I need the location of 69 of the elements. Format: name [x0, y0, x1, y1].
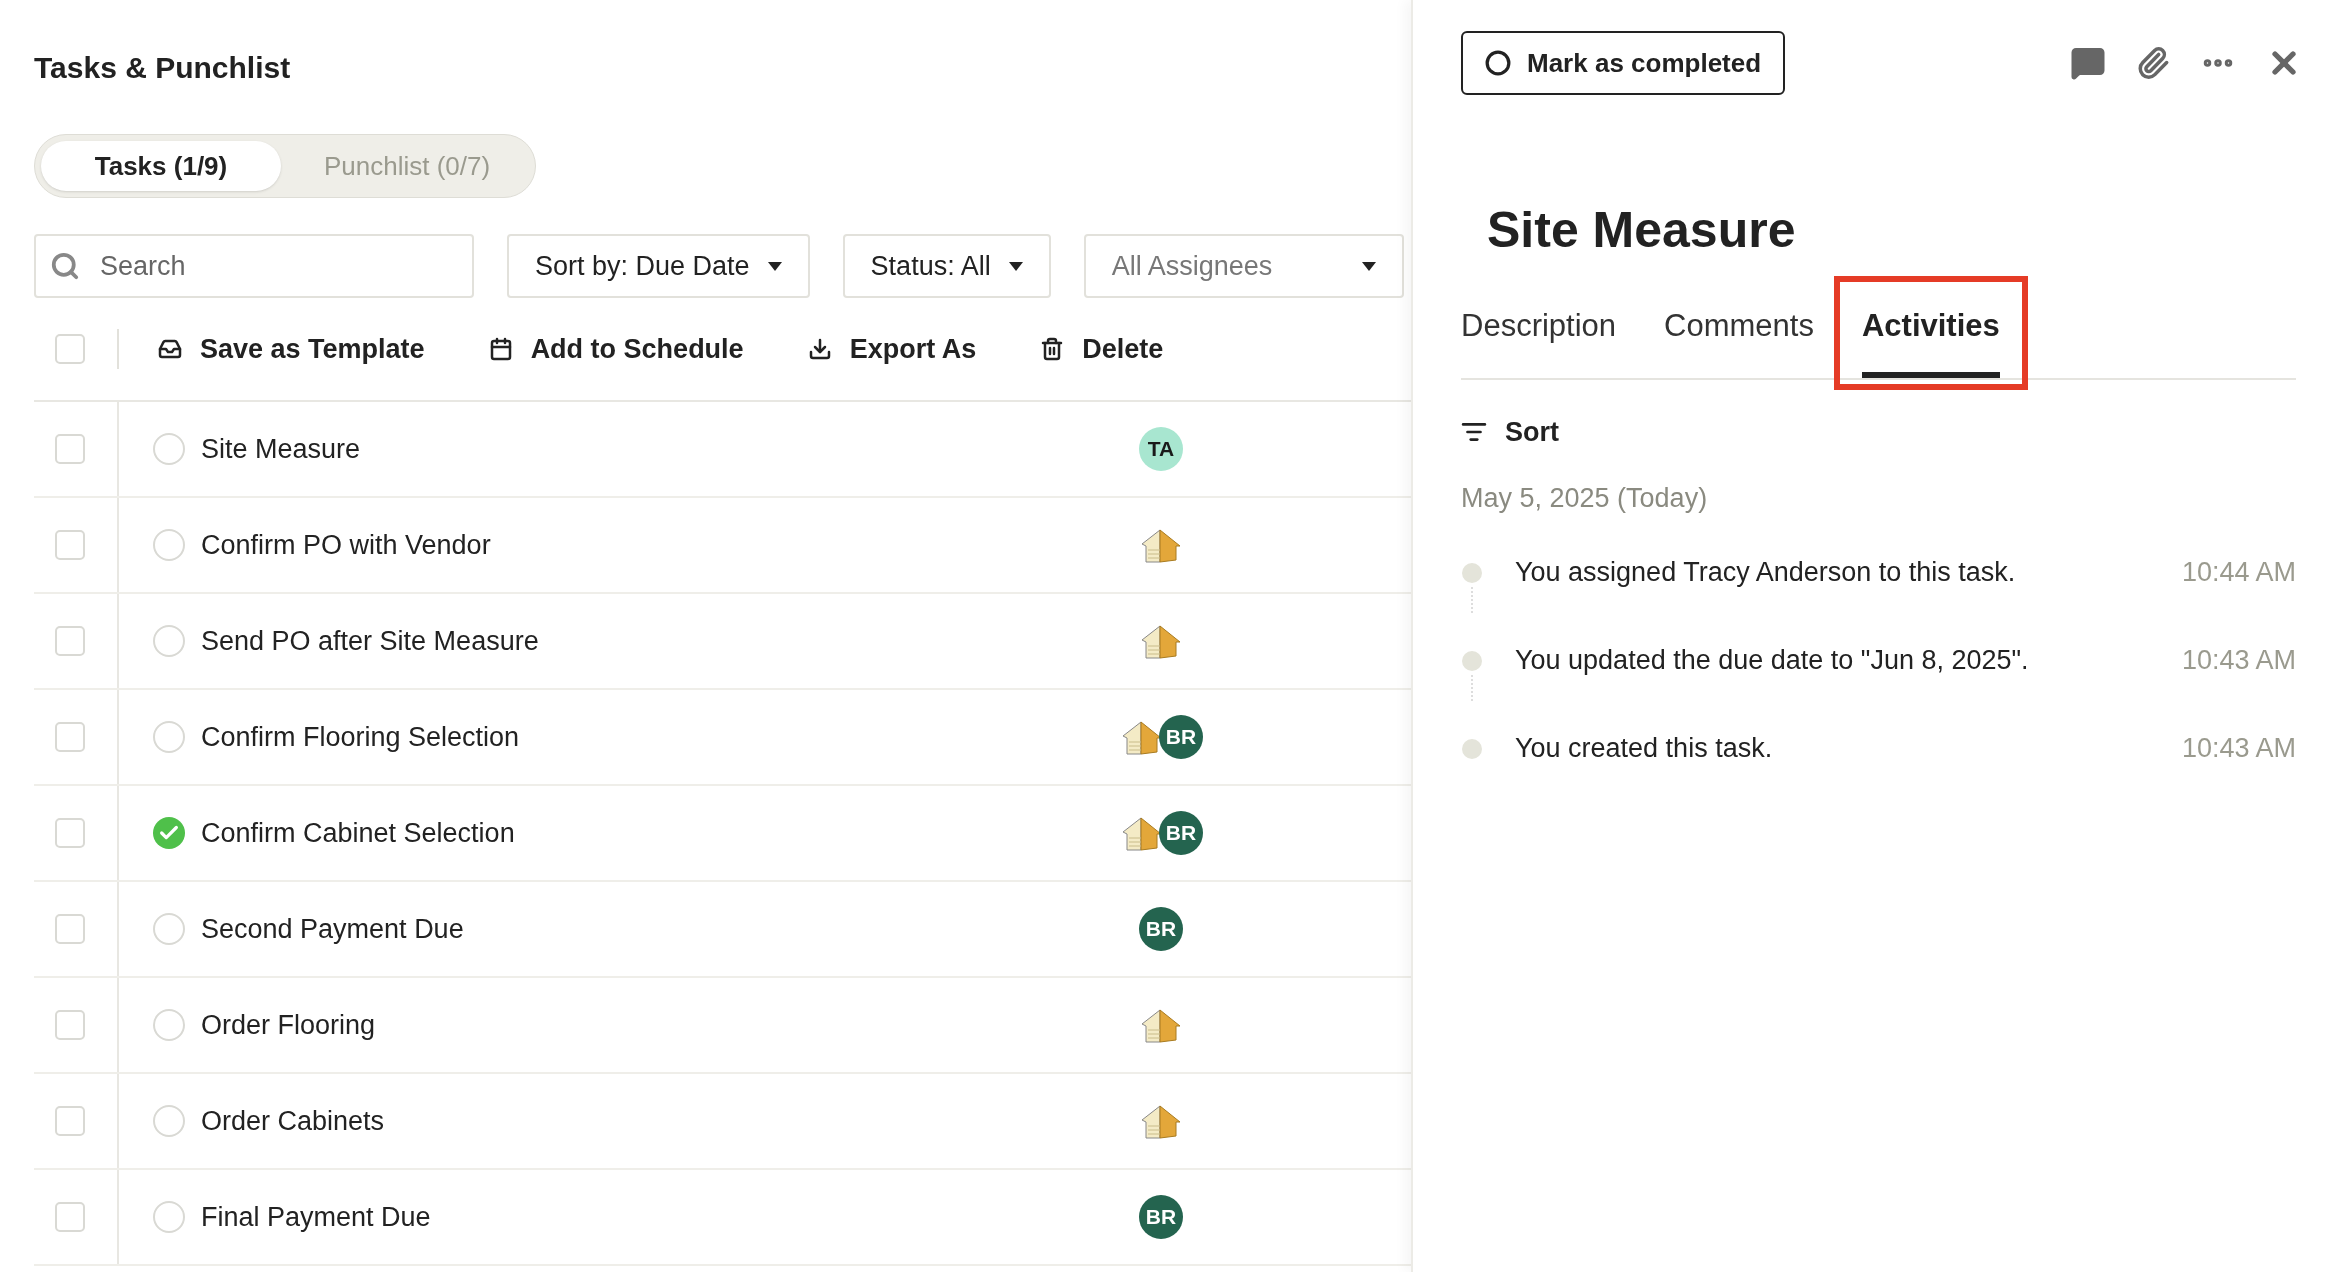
activity-text: You created this task. — [1515, 732, 1774, 766]
tray-icon — [158, 337, 182, 361]
comment-icon[interactable] — [2070, 45, 2106, 81]
task-row[interactable]: Order Flooring — [34, 978, 1411, 1074]
search-icon — [50, 251, 80, 281]
page-title: Tasks & Punchlist — [34, 49, 291, 86]
task-name: Confirm Flooring Selection — [201, 720, 521, 754]
detail-tab[interactable]: Comments — [1664, 280, 1814, 378]
timeline-connector — [1471, 586, 1473, 613]
avatar: TA — [1139, 427, 1183, 471]
trash-icon — [1040, 337, 1065, 361]
filter-dropdown[interactable]: All Assignees — [1083, 234, 1404, 298]
avatar: BR — [1139, 907, 1183, 951]
checkbox[interactable] — [55, 722, 85, 752]
task-name: Order Cabinets — [201, 1104, 386, 1138]
filter-dropdown[interactable]: Status: All — [842, 234, 1051, 298]
toolbar-action[interactable]: Export As — [807, 328, 977, 370]
activity-time: 10:43 AM — [2181, 732, 2296, 766]
task-row[interactable]: Second Payment Due BR — [34, 882, 1411, 978]
paperclip-icon[interactable] — [2136, 46, 2170, 80]
caret-icon — [1361, 261, 1376, 271]
calendar-icon — [488, 337, 513, 361]
task-name: Order Flooring — [201, 1008, 377, 1042]
checkbox[interactable] — [55, 1202, 85, 1232]
search-field[interactable]: Search — [34, 234, 474, 298]
caret-icon — [767, 261, 782, 271]
activity-time: 10:43 AM — [2181, 644, 2296, 678]
caret-icon — [1008, 261, 1023, 271]
checkbox[interactable] — [55, 626, 85, 656]
task-name: Send PO after Site Measure — [201, 624, 540, 658]
checkbox[interactable] — [55, 914, 85, 944]
download-icon — [807, 337, 832, 361]
task-title: Site Measure — [1487, 200, 1796, 260]
filter-dropdown[interactable]: Sort by: Due Date — [507, 234, 810, 298]
activity-time: 10:44 AM — [2181, 556, 2296, 590]
sort-label[interactable]: Sort — [1505, 411, 1559, 453]
task-name: Confirm Cabinet Selection — [201, 816, 516, 850]
activity-text: You assigned Tracy Anderson to this task. — [1515, 556, 2017, 590]
task-row[interactable]: Order Cabinets — [34, 1074, 1411, 1170]
checkbox[interactable] — [55, 1106, 85, 1136]
task-row[interactable]: Site Measure TA — [34, 402, 1411, 498]
avatar: BR — [1159, 715, 1203, 759]
task-name: Final Payment Due — [201, 1200, 432, 1234]
checkbox[interactable] — [55, 530, 85, 560]
mark-completed-button[interactable]: Mark as completed — [1461, 31, 1786, 95]
timeline-connector — [1471, 674, 1473, 701]
task-name: Site Measure — [201, 432, 362, 466]
task-row[interactable]: Send PO after Site Measure — [34, 594, 1411, 690]
task-name: Second Payment Due — [201, 912, 465, 946]
avatar: BR — [1159, 811, 1203, 855]
toolbar-action[interactable]: Save as Template — [158, 328, 425, 370]
task-row[interactable]: Final Payment Due BR — [34, 1170, 1411, 1266]
checkbox[interactable] — [55, 334, 85, 364]
task-name: Confirm PO with Vendor — [201, 528, 492, 562]
toolbar-action[interactable]: Delete — [1040, 328, 1164, 370]
task-row[interactable]: Confirm Flooring Selection BR — [34, 690, 1411, 786]
avatar: BR — [1139, 1195, 1183, 1239]
date-heading: May 5, 2025 (Today) — [1461, 482, 1708, 515]
detail-tab[interactable]: Description — [1461, 280, 1617, 378]
checkbox[interactable] — [55, 1010, 85, 1040]
circle-icon — [1485, 50, 1511, 76]
task-row[interactable]: Confirm Cabinet Selection BR — [34, 786, 1411, 882]
segment-tab[interactable]: Tasks (1/9) — [41, 141, 281, 191]
detail-tab[interactable]: Activities — [1861, 280, 2000, 378]
activity-text: You updated the due date to "Jun 8, 2025". — [1515, 644, 2030, 678]
checkbox[interactable] — [55, 818, 85, 848]
task-row[interactable]: Confirm PO with Vendor — [34, 498, 1411, 594]
toolbar-action[interactable]: Add to Schedule — [488, 328, 744, 370]
checkbox[interactable] — [55, 434, 85, 464]
